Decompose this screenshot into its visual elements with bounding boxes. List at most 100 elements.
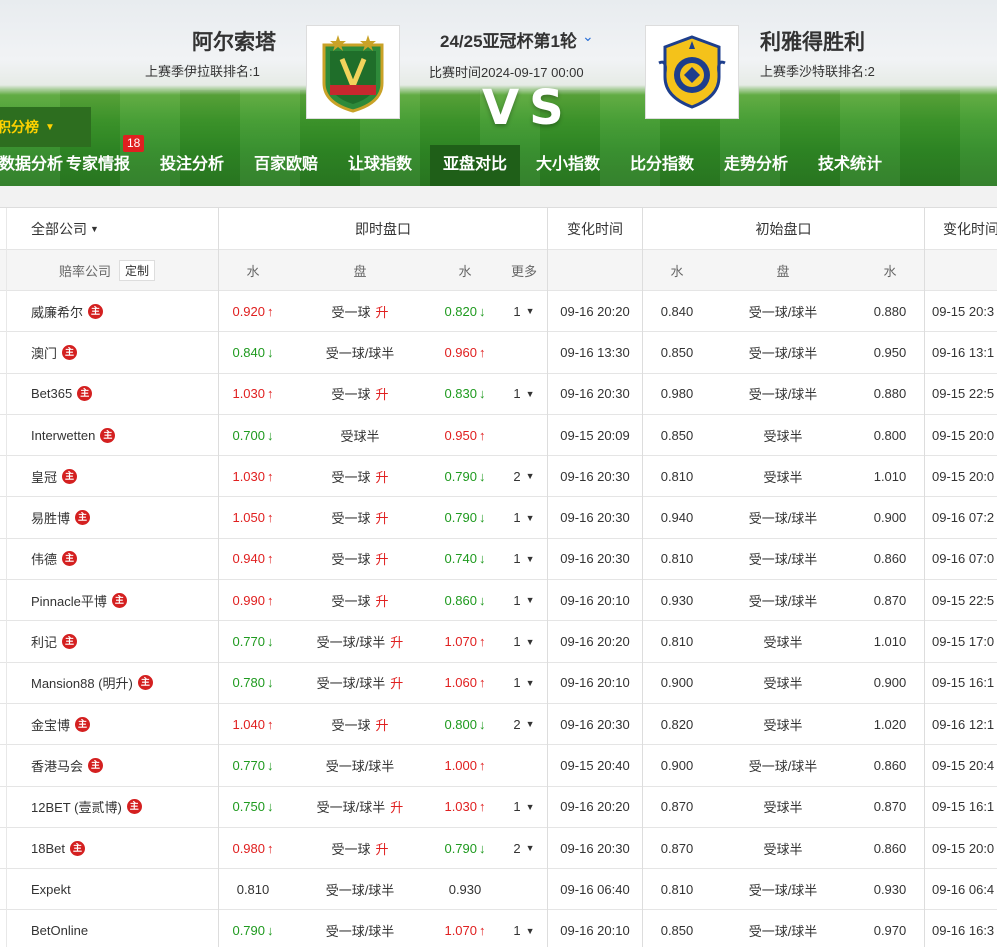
table-row[interactable]: 伟德主 0.940 ↑ 受一球升 0.740 ↓ 1 ▼ 09-16 20:30 0.810 受一球… [0,539,997,581]
company-cell[interactable]: 12BET (壹贰博) 主 [31,787,216,827]
more-cell[interactable]: 1 ▼ [502,374,546,414]
more-cell[interactable]: 1 ▼ [502,291,546,331]
caret-down-icon[interactable]: ▼ [526,802,535,812]
caret-down-icon[interactable]: ▼ [526,513,535,523]
company-cell[interactable]: Mansion88 (明升) 主 [31,663,216,703]
more-cell[interactable]: 1 ▼ [502,663,546,703]
more-cell[interactable]: 1 ▼ [502,498,546,538]
company-name[interactable]: Bet365 [31,386,72,401]
table-row[interactable]: 威廉希尔主 0.920 ↑ 受一球升 0.820 ↓ 1 ▼ 09-16 20:20 0.840 受… [0,291,997,333]
away-team-name[interactable]: 利雅得胜利 [760,26,865,56]
company-name[interactable]: 金宝博 [31,715,70,734]
more-cell[interactable]: 1 ▼ [502,787,546,827]
home-team-name[interactable]: 阿尔索塔 [192,26,276,56]
company-cell[interactable]: 易胜博主 [31,498,216,538]
table-row[interactable]: 香港马会主 0.770 ↓ 受一球/球半 1.000 ↑ 09-15 20:40 0.900 受… [0,745,997,787]
company-cell[interactable]: Interwetten 主 [31,415,216,455]
table-row[interactable]: Expekt 0.810 受一球/球半 0.930 09-16 06:40 0.810 受一… [0,869,997,911]
company-cell[interactable]: Bet365 主 [31,374,216,414]
table-row[interactable]: 澳门主 0.840 ↓ 受一球/球半 0.960 ↑ 09-16 13:30 0.850 受一球… [0,332,997,374]
table-row[interactable]: Interwetten 主 0.700 ↓ 受球半 0.950 ↑ 09-15 20:09 0.… [0,415,997,457]
table-row[interactable]: 易胜博主 1.050 ↑ 受一球升 0.790 ↓ 1 ▼ 09-16 20:30 0.940 受一… [0,498,997,539]
company-name[interactable]: Pinnacle平博 [31,591,107,610]
table-row[interactable]: 18Bet 主 0.980 ↑ 受一球升 0.790 ↓ 2 ▼ 09-16 20:30 0.870… [0,828,997,870]
caret-down-icon[interactable]: ▼ [526,595,535,605]
more-count[interactable]: 2 [513,841,520,856]
company-name[interactable]: 香港马会 [31,756,83,775]
company-name[interactable]: Expekt [31,882,71,897]
table-row[interactable]: Mansion88 (明升) 主 0.780 ↓ 受一球/球半升 1.060 ↑ 1 ▼ 09-1… [0,663,997,704]
more-cell[interactable] [502,415,546,455]
caret-down-icon[interactable]: ▼ [526,471,535,481]
more-count[interactable]: 1 [513,799,520,814]
company-cell[interactable]: 伟德主 [31,539,216,579]
more-cell[interactable] [502,332,546,372]
table-row[interactable]: 金宝博主 1.040 ↑ 受一球升 0.800 ↓ 2 ▼ 09-16 20:30 0.820 受球… [0,704,997,746]
company-cell[interactable]: 18Bet 主 [31,828,216,868]
home-team-logo[interactable] [306,25,400,119]
company-name[interactable]: 伟德 [31,549,57,568]
more-cell[interactable]: 2 ▼ [502,704,546,744]
away-team-logo[interactable] [645,25,739,119]
more-count[interactable]: 1 [513,551,520,566]
company-cell[interactable]: 皇冠主 [31,456,216,496]
tab-bet-analysis[interactable]: 投注分析 [150,145,234,186]
more-cell[interactable]: 2 ▼ [502,456,546,496]
table-row[interactable]: 利记主 0.770 ↓ 受一球/球半升 1.070 ↑ 1 ▼ 09-16 20:20 0.810… [0,621,997,663]
tab-handicap-index[interactable]: 让球指数 [338,145,422,186]
table-row[interactable]: 皇冠主 1.030 ↑ 受一球升 0.790 ↓ 2 ▼ 09-16 20:30 0.810 受球半… [0,456,997,498]
more-cell[interactable]: 1 ▼ [502,621,546,661]
standings-dropdown[interactable]: 积分榜 ▼ [0,107,91,147]
custom-button[interactable]: 定制 [119,259,156,281]
more-count[interactable]: 1 [513,634,520,649]
more-cell[interactable]: 1 ▼ [502,911,546,947]
more-cell[interactable]: 2 ▼ [502,828,546,868]
tab-tech-stats[interactable]: 技术统计 [808,145,892,186]
caret-down-icon[interactable]: ▼ [526,926,535,936]
company-cell[interactable]: 利记主 [31,621,216,661]
company-cell[interactable]: 威廉希尔主 [31,291,216,331]
tab-euro-odds[interactable]: 百家欧赔 [244,145,328,186]
more-cell[interactable]: 1 ▼ [502,539,546,579]
company-name[interactable]: 18Bet [31,841,65,856]
tab-over-under[interactable]: 大小指数 [526,145,610,186]
chevron-down-icon[interactable]: ⌄ [582,28,594,45]
tab-trend-analysis[interactable]: 走势分析 [714,145,798,186]
more-count[interactable]: 1 [513,923,520,938]
more-count[interactable]: 2 [513,469,520,484]
more-count[interactable]: 1 [513,510,520,525]
tab-asian-handicap[interactable]: 亚盘对比 [430,145,521,186]
caret-down-icon[interactable]: ▼ [526,306,535,316]
company-filter[interactable]: 全部公司 ▼ [31,208,211,249]
more-cell[interactable] [502,745,546,785]
more-count[interactable]: 1 [513,675,520,690]
company-name[interactable]: 12BET (壹贰博) [31,797,122,816]
caret-down-icon[interactable]: ▼ [526,389,535,399]
company-cell[interactable]: 香港马会主 [31,745,216,785]
company-name[interactable]: 澳门 [31,343,57,362]
caret-down-icon[interactable]: ▼ [526,719,535,729]
table-row[interactable]: Bet365 主 1.030 ↑ 受一球升 0.830 ↓ 1 ▼ 09-16 20:30 0.98… [0,374,997,415]
more-count[interactable]: 1 [513,386,520,401]
caret-down-icon[interactable]: ▼ [526,554,535,564]
more-count[interactable]: 2 [513,717,520,732]
company-cell[interactable]: 金宝博主 [31,704,216,744]
tab-score-index[interactable]: 比分指数 [620,145,704,186]
company-name[interactable]: 威廉希尔 [31,302,83,321]
company-name[interactable]: Mansion88 (明升) [31,673,133,692]
company-cell[interactable]: Pinnacle平博主 [31,580,216,620]
tab-expert-intel[interactable]: 专家情报 [56,145,140,186]
company-name[interactable]: 皇冠 [31,467,57,486]
caret-down-icon[interactable]: ▼ [526,843,535,853]
more-cell[interactable]: 1 ▼ [502,580,546,620]
company-cell[interactable]: Expekt [31,869,216,909]
company-name[interactable]: 利记 [31,632,57,651]
table-row[interactable]: 12BET (壹贰博) 主 0.750 ↓ 受一球/球半升 1.030 ↑ 1 ▼ 09-16 2… [0,787,997,828]
caret-down-icon[interactable]: ▼ [526,637,535,647]
more-count[interactable]: 1 [513,304,520,319]
caret-down-icon[interactable]: ▼ [526,678,535,688]
company-name[interactable]: 易胜博 [31,508,70,527]
company-name[interactable]: BetOnline [31,923,88,938]
match-round-title[interactable]: 24/25亚冠杯第1轮 [440,27,577,52]
company-name[interactable]: Interwetten [31,428,95,443]
